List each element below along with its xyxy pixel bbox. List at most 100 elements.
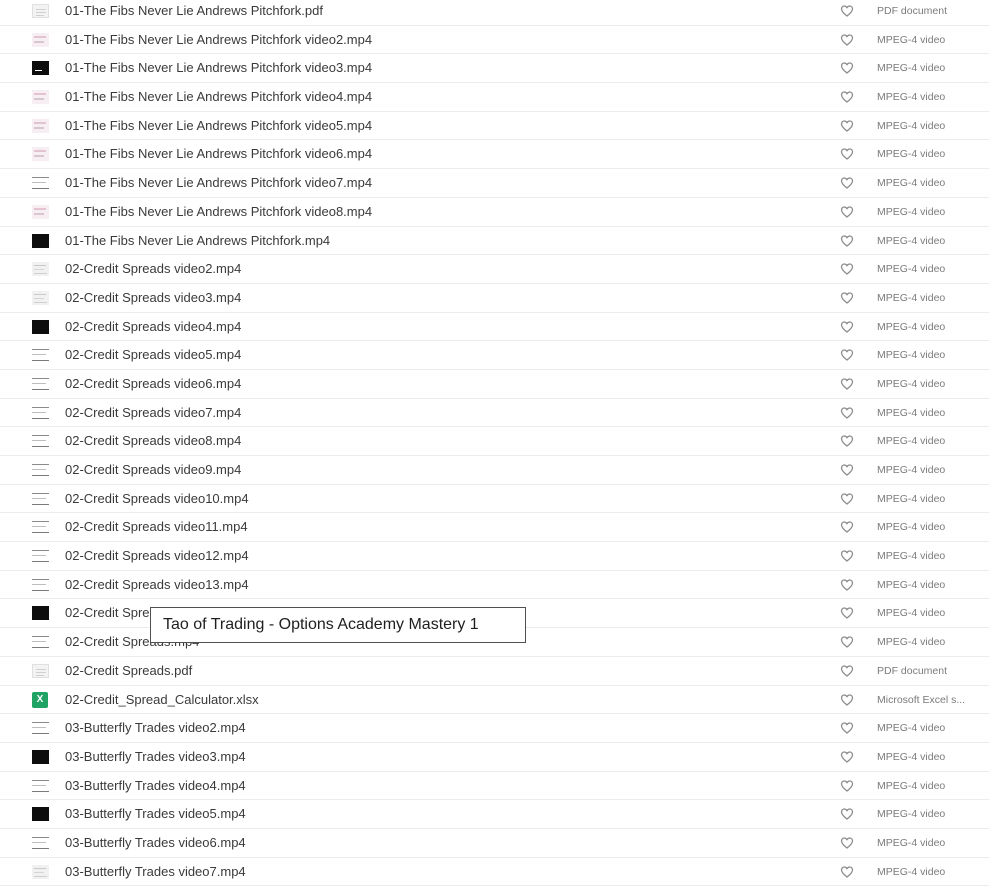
favorite-heart-icon[interactable] (840, 664, 854, 678)
file-row[interactable]: 01-The Fibs Never Lie Andrews Pitchfork … (0, 83, 989, 112)
file-name[interactable]: 03-Butterfly Trades video4.mp4 (65, 772, 246, 800)
video-thumbnail (32, 319, 49, 334)
favorite-heart-icon[interactable] (840, 406, 854, 420)
favorite-heart-icon[interactable] (840, 520, 854, 534)
favorite-heart-icon[interactable] (840, 291, 854, 305)
video-thumbnail (32, 290, 49, 305)
favorite-heart-icon[interactable] (840, 33, 854, 47)
favorite-heart-icon[interactable] (840, 320, 854, 334)
file-name[interactable]: 03-Butterfly Trades video5.mp4 (65, 800, 246, 828)
favorite-heart-icon[interactable] (840, 549, 854, 563)
file-row[interactable]: 01-The Fibs Never Lie Andrews Pitchfork … (0, 26, 989, 55)
favorite-heart-icon[interactable] (840, 635, 854, 649)
file-row[interactable]: 02-Credit Spreads.pdf PDF document (0, 657, 989, 686)
file-row[interactable]: 03-Butterfly Trades video6.mp4 MPEG-4 vid… (0, 829, 989, 858)
file-row[interactable]: 01-The Fibs Never Lie Andrews Pitchfork … (0, 198, 989, 227)
favorite-heart-icon[interactable] (840, 147, 854, 161)
file-name[interactable]: 03-Butterfly Trades video7.mp4 (65, 858, 246, 886)
favorite-heart-icon[interactable] (840, 865, 854, 879)
file-name[interactable]: 02-Credit Spreads.pdf (65, 657, 192, 685)
file-row[interactable]: 02-Credit Spreads video8.mp4 MPEG-4 video (0, 427, 989, 456)
file-name[interactable]: 03-Butterfly Trades video3.mp4 (65, 743, 246, 771)
file-name[interactable]: 01-The Fibs Never Lie Andrews Pitchfork … (65, 54, 372, 82)
file-name[interactable]: 01-The Fibs Never Lie Andrews Pitchfork … (65, 83, 372, 111)
favorite-heart-icon[interactable] (840, 262, 854, 276)
file-name[interactable]: 02-Credit Spreads video4.mp4 (65, 313, 241, 341)
video-thumbnail (32, 348, 49, 363)
file-row[interactable]: 02-Credit Spreads video7.mp4 MPEG-4 video (0, 399, 989, 428)
file-type: MPEG-4 video (877, 320, 946, 333)
file-row[interactable]: 01-The Fibs Never Lie Andrews Pitchfork … (0, 54, 989, 84)
file-row[interactable]: 03-Butterfly Trades video7.mp4 MPEG-4 vid… (0, 858, 989, 886)
file-name[interactable]: 01-The Fibs Never Lie Andrews Pitchfork … (65, 140, 372, 168)
file-name[interactable]: 02-Credit Spreads video7.mp4 (65, 399, 241, 427)
file-row[interactable]: 01-The Fibs Never Lie Andrews Pitchfork … (0, 140, 989, 170)
favorite-heart-icon[interactable] (840, 348, 854, 362)
file-name[interactable]: 02-Credit Spreads video13.mp4 (65, 571, 249, 599)
video-thumbnail (32, 90, 49, 105)
favorite-heart-icon[interactable] (840, 807, 854, 821)
favorite-heart-icon[interactable] (840, 693, 854, 707)
file-name[interactable]: 02-Credit Spreads video9.mp4 (65, 456, 241, 484)
file-row[interactable]: 02-Credit Spreads video12.mp4 MPEG-4 vide… (0, 542, 989, 571)
file-row[interactable]: 02-Credit Spreads video10.mp4 MPEG-4 vide… (0, 485, 989, 514)
file-row[interactable]: 02-Credit Spreads video2.mp4 MPEG-4 video (0, 255, 989, 284)
file-row[interactable]: X 02-Credit_Spread_Calculator.xlsx Microso… (0, 686, 989, 715)
video-thumbnail (32, 376, 49, 391)
favorite-heart-icon[interactable] (840, 606, 854, 620)
favorite-heart-icon[interactable] (840, 176, 854, 190)
file-row[interactable]: 01-The Fibs Never Lie Andrews Pitchfork.… (0, 0, 989, 26)
file-type: MPEG-4 video (877, 808, 946, 821)
favorite-heart-icon[interactable] (840, 779, 854, 793)
file-name[interactable]: 01-The Fibs Never Lie Andrews Pitchfork … (65, 169, 372, 197)
favorite-heart-icon[interactable] (840, 434, 854, 448)
file-row[interactable]: 02-Credit Spreads video3.mp4 MPEG-4 video (0, 284, 989, 313)
favorite-heart-icon[interactable] (840, 377, 854, 391)
file-name[interactable]: 01-The Fibs Never Lie Andrews Pitchfork.… (65, 0, 323, 25)
file-name[interactable]: 02-Credit Spreads video11.mp4 (65, 513, 248, 541)
file-row[interactable]: 03-Butterfly Trades video5.mp4 MPEG-4 vid… (0, 800, 989, 829)
file-row[interactable]: 03-Butterfly Trades video2.mp4 MPEG-4 vid… (0, 714, 989, 743)
file-name[interactable]: 02-Credit Spreads video6.mp4 (65, 370, 241, 398)
file-type: MPEG-4 video (877, 62, 946, 75)
file-row[interactable]: 02-Credit Spreads video4.mp4 MPEG-4 video (0, 313, 989, 342)
favorite-heart-icon[interactable] (840, 119, 854, 133)
favorite-heart-icon[interactable] (840, 234, 854, 248)
favorite-heart-icon[interactable] (840, 578, 854, 592)
file-name[interactable]: 01-The Fibs Never Lie Andrews Pitchfork … (65, 26, 372, 54)
file-name[interactable]: 02-Credit Spreads video2.mp4 (65, 255, 241, 283)
favorite-heart-icon[interactable] (840, 492, 854, 506)
file-row[interactable]: 02-Credit Spreads video9.mp4 MPEG-4 video (0, 456, 989, 485)
file-name[interactable]: 02-Credit Spreads video5.mp4 (65, 341, 241, 369)
file-name[interactable]: 03-Butterfly Trades video2.mp4 (65, 714, 246, 742)
file-name[interactable]: 01-The Fibs Never Lie Andrews Pitchfork … (65, 112, 372, 140)
file-type: MPEG-4 video (877, 349, 946, 362)
file-row[interactable]: 02-Credit Spreads video11.mp4 MPEG-4 vide… (0, 513, 989, 543)
file-row[interactable]: 03-Butterfly Trades video4.mp4 MPEG-4 vid… (0, 772, 989, 801)
file-row[interactable]: 02-Credit Spreads video6.mp4 MPEG-4 video (0, 370, 989, 399)
file-name[interactable]: 02-Credit Spreads video12.mp4 (65, 542, 249, 570)
file-name[interactable]: 02-Credit_Spread_Calculator.xlsx (65, 686, 259, 714)
favorite-heart-icon[interactable] (840, 205, 854, 219)
favorite-heart-icon[interactable] (840, 4, 854, 18)
file-name[interactable]: 02-Credit Spre (65, 599, 150, 627)
favorite-heart-icon[interactable] (840, 463, 854, 477)
favorite-heart-icon[interactable] (840, 836, 854, 850)
file-type: MPEG-4 video (877, 492, 946, 505)
file-name[interactable]: 02-Credit Spreads video8.mp4 (65, 427, 241, 455)
file-row[interactable]: 01-The Fibs Never Lie Andrews Pitchfork … (0, 112, 989, 141)
file-name[interactable]: 02-Credit Spreads video10.mp4 (65, 485, 249, 513)
file-row[interactable]: 01-The Fibs Never Lie Andrews Pitchfork.… (0, 227, 989, 256)
favorite-heart-icon[interactable] (840, 721, 854, 735)
file-name[interactable]: 02-Credit Spreads video3.mp4 (65, 284, 241, 312)
file-row[interactable]: 01-The Fibs Never Lie Andrews Pitchfork … (0, 169, 989, 198)
favorite-heart-icon[interactable] (840, 90, 854, 104)
favorite-heart-icon[interactable] (840, 750, 854, 764)
file-name[interactable]: 01-The Fibs Never Lie Andrews Pitchfork … (65, 198, 372, 226)
file-row[interactable]: 02-Credit Spreads video5.mp4 MPEG-4 video (0, 341, 989, 370)
file-row[interactable]: 02-Credit Spreads video13.mp4 MPEG-4 vide… (0, 571, 989, 600)
favorite-heart-icon[interactable] (840, 61, 854, 75)
file-row[interactable]: 03-Butterfly Trades video3.mp4 MPEG-4 vid… (0, 743, 989, 772)
file-name[interactable]: 03-Butterfly Trades video6.mp4 (65, 829, 246, 857)
file-name[interactable]: 01-The Fibs Never Lie Andrews Pitchfork.… (65, 227, 330, 255)
